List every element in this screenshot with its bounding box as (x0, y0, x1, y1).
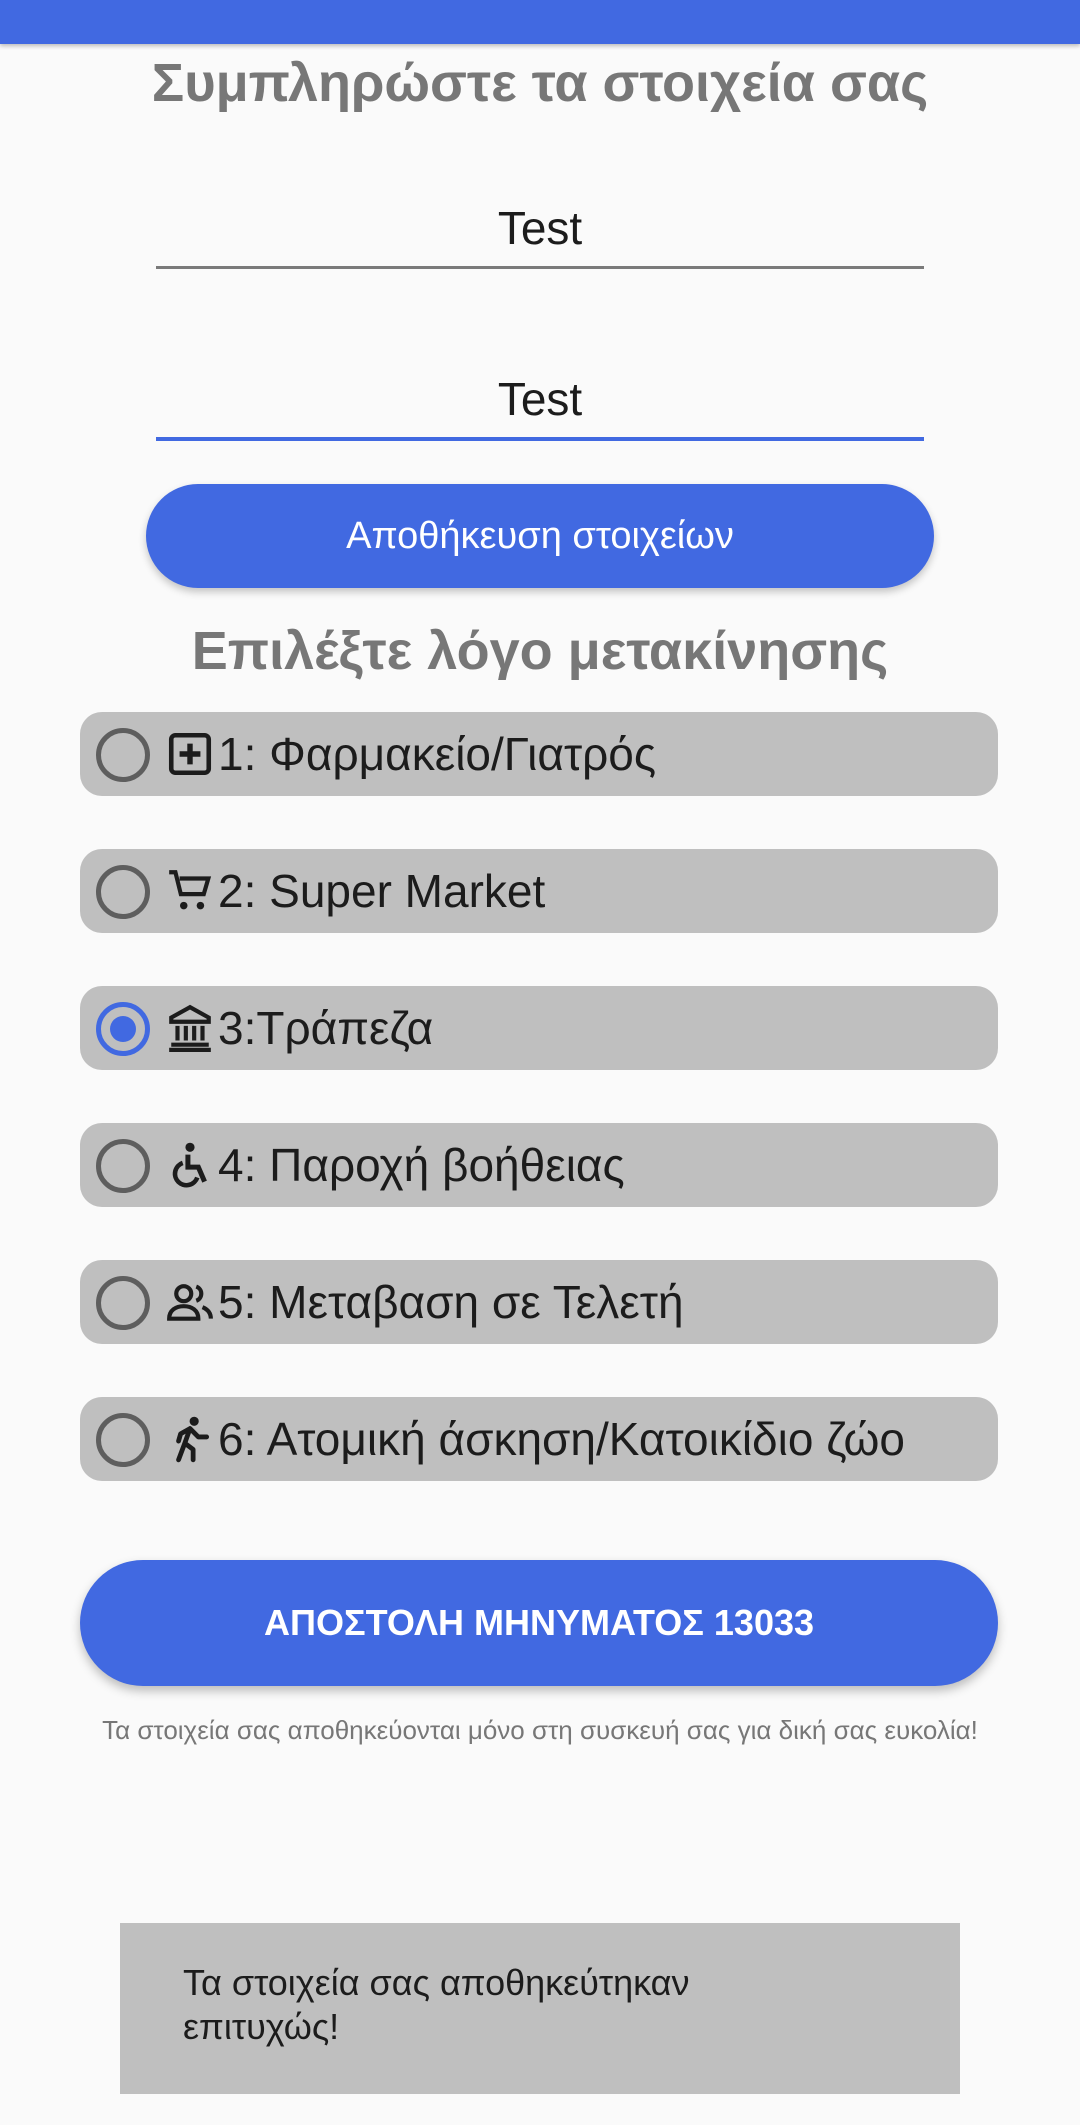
reason-option-label: 5: Μεταβαση σε Τελετή (218, 1276, 684, 1328)
reason-title: Επιλέξτε λόγο μετακίνησης (191, 621, 889, 681)
reason-option-label: 4: Παροχή βοήθειας (218, 1139, 625, 1191)
toast-text: Τα στοιχεία σας αποθηκεύτηκαν επιτυχώς! (183, 1962, 690, 2047)
status-bar (0, 0, 1080, 44)
bank-icon (165, 1003, 215, 1053)
reason-option-bank[interactable]: 3:Τράπεζα (80, 986, 998, 1070)
last-name-field[interactable]: Test (156, 369, 924, 441)
radio-button-selected[interactable] (96, 1002, 150, 1056)
first-name-field[interactable]: Test (156, 198, 924, 269)
radio-button[interactable] (96, 1276, 150, 1330)
reason-option-supermarket[interactable]: 2: Super Market (80, 849, 998, 933)
reason-option-pharmacy[interactable]: 1: Φαρμακείο/Γιατρός (80, 712, 998, 796)
reason-option-label: 3:Τράπεζα (218, 1002, 434, 1054)
send-message-button[interactable]: ΑΠΟΣΤΟΛΗ ΜΗΝΥΜΑΤΟΣ 13033 (80, 1560, 998, 1686)
toast-message: Τα στοιχεία σας αποθηκεύτηκαν επιτυχώς! (120, 1923, 960, 2094)
reason-option-label: 1: Φαρμακείο/Γιατρός (218, 728, 657, 780)
reason-option-assistance[interactable]: 4: Παροχή βοήθειας (80, 1123, 998, 1207)
shopping-cart-icon (165, 866, 215, 916)
radio-button[interactable] (96, 1413, 150, 1467)
reason-option-exercise[interactable]: 6: Ατομική άσκηση/Κατοικίδιο ζώο (80, 1397, 998, 1481)
radio-button[interactable] (96, 728, 150, 782)
radio-button[interactable] (96, 865, 150, 919)
reason-option-label: 6: Ατομική άσκηση/Κατοικίδιο ζώο (218, 1413, 905, 1465)
medical-plus-icon (165, 729, 215, 779)
reason-option-label: 2: Super Market (218, 865, 546, 917)
save-details-button[interactable]: Αποθήκευση στοιχείων (146, 484, 934, 588)
accessibility-icon (165, 1140, 215, 1190)
running-icon (165, 1414, 215, 1464)
page-title: Συμπληρώστε τα στοιχεία σας (151, 53, 929, 113)
reason-option-ceremony[interactable]: 5: Μεταβαση σε Τελετή (80, 1260, 998, 1344)
people-icon (165, 1277, 215, 1327)
privacy-note: Τα στοιχεία σας αποθηκεύονται μόνο στη σ… (102, 1715, 978, 1745)
radio-button[interactable] (96, 1139, 150, 1193)
